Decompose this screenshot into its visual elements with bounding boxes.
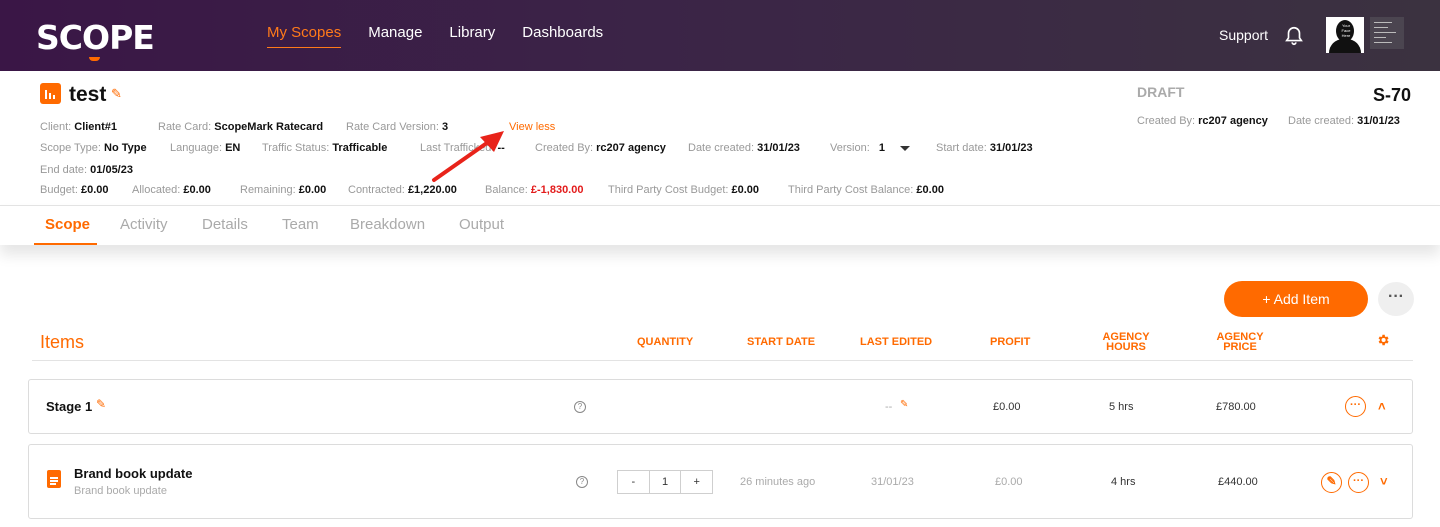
- active-tab-indicator: [34, 243, 97, 245]
- meta-contracted: Contracted: £1,220.00: [348, 184, 457, 196]
- tab-details[interactable]: Details: [202, 216, 248, 233]
- meta-third-party-balance: Third Party Cost Balance: £0.00: [788, 184, 944, 196]
- meta-scope-type: Scope Type: No Type: [40, 142, 147, 154]
- quantity-stepper: - 1 +: [617, 470, 713, 494]
- document-icon: [47, 470, 61, 488]
- stage-last-edited: --: [885, 401, 893, 413]
- col-agency-hours[interactable]: AGENCY HOURS: [1102, 332, 1150, 353]
- avatar-caption: Your Face Here: [1341, 23, 1351, 38]
- col-start-date[interactable]: START DATE: [747, 337, 815, 348]
- col-quantity[interactable]: QUANTITY: [637, 337, 693, 348]
- meta-rate-card: Rate Card: ScopeMark Ratecard: [158, 121, 324, 133]
- tab-team[interactable]: Team: [282, 216, 319, 233]
- divider: [32, 360, 1413, 361]
- meta-version: Version: 1: [830, 142, 885, 154]
- status-badge: DRAFT: [1137, 84, 1185, 100]
- header-date-created: Date created: 31/01/23: [1288, 115, 1400, 127]
- scope-title: test: [69, 83, 107, 106]
- more-options-button[interactable]: ···: [1378, 282, 1414, 316]
- quantity-input[interactable]: 1: [648, 471, 682, 493]
- tab-activity[interactable]: Activity: [120, 216, 168, 233]
- deliverable-name[interactable]: Brand book update: [74, 466, 192, 481]
- tab-bar: Scope Activity Details Team Breakdown Ou…: [0, 205, 1440, 245]
- meta-budget: Budget: £0.00: [40, 184, 109, 196]
- scope-logo[interactable]: SCOPE: [36, 18, 155, 61]
- chevron-down-icon[interactable]: ˅: [1380, 474, 1388, 489]
- stage-profit: £0.00: [993, 401, 1021, 413]
- bell-icon[interactable]: [1283, 25, 1305, 47]
- meta-created-by: Created By: rc207 agency: [535, 142, 666, 154]
- deliverable-profit: £0.00: [995, 476, 1023, 488]
- deliverable-price: £440.00: [1218, 476, 1258, 488]
- help-icon[interactable]: ?: [574, 401, 586, 413]
- deliverable-row[interactable]: [28, 444, 1413, 519]
- meta-start-date: Start date: 31/01/23: [936, 142, 1033, 154]
- meta-traffic-status: Traffic Status: Trafficable: [262, 142, 388, 154]
- header-created-by: Created By: rc207 agency: [1137, 115, 1268, 127]
- edit-deliverable-button[interactable]: ✎: [1321, 472, 1342, 493]
- stage-name: Stage 1: [46, 399, 93, 414]
- deliverable-hours: 4 hrs: [1111, 476, 1136, 488]
- quantity-decrement-button[interactable]: -: [618, 471, 649, 493]
- stage-price: £780.00: [1216, 401, 1256, 413]
- quantity-increment-button[interactable]: +: [681, 471, 712, 493]
- add-item-button[interactable]: + Add Item: [1224, 281, 1368, 317]
- meta-remaining: Remaining: £0.00: [240, 184, 327, 196]
- meta-end-date: End date: 01/05/23: [40, 164, 133, 176]
- annotation-arrow-icon: [432, 131, 504, 182]
- meta-client: Client: Client#1: [40, 121, 118, 133]
- gear-icon[interactable]: [1376, 333, 1390, 347]
- col-agency-price[interactable]: AGENCY PRICE: [1216, 332, 1264, 353]
- deliverable-description: Brand book update: [74, 485, 167, 497]
- deliverable-more-button[interactable]: ···: [1348, 472, 1369, 493]
- meta-date-created: Date created: 31/01/23: [688, 142, 800, 154]
- nav-manage[interactable]: Manage: [368, 24, 422, 48]
- top-nav-bar: SCOPE My Scopes Manage Library Dashboard…: [0, 0, 1440, 71]
- stage-more-button[interactable]: ···: [1345, 396, 1366, 417]
- deliverable-start-date: 26 minutes ago: [740, 476, 816, 488]
- stage-hours: 5 hrs: [1109, 401, 1134, 413]
- edit-last-edited-pencil-icon[interactable]: ✎: [900, 399, 908, 410]
- view-less-link[interactable]: View less: [509, 121, 555, 133]
- meta-allocated: Allocated: £0.00: [132, 184, 211, 196]
- account-thumbnail[interactable]: [1370, 17, 1404, 49]
- help-icon[interactable]: ?: [576, 476, 588, 488]
- avatar[interactable]: Your Face Here: [1326, 17, 1364, 53]
- nav-my-scopes[interactable]: My Scopes: [267, 24, 342, 48]
- tab-output[interactable]: Output: [459, 216, 504, 233]
- scope-id: S-70: [1373, 85, 1412, 105]
- main-nav: My Scopes Manage Library Dashboards: [267, 24, 603, 48]
- tab-scope[interactable]: Scope: [45, 216, 90, 233]
- col-last-edited[interactable]: LAST EDITED: [860, 337, 932, 348]
- stage-row[interactable]: [28, 379, 1413, 434]
- deliverable-last-edited: 31/01/23: [871, 476, 914, 488]
- col-profit[interactable]: PROFIT: [990, 337, 1030, 348]
- edit-stage-pencil-icon[interactable]: ✎: [96, 397, 106, 411]
- tab-breakdown[interactable]: Breakdown: [350, 216, 425, 233]
- edit-title-pencil-icon[interactable]: ✎: [111, 86, 122, 102]
- chevron-up-icon[interactable]: ˄: [1378, 399, 1386, 414]
- meta-language: Language: EN: [170, 142, 241, 154]
- nav-library[interactable]: Library: [449, 24, 495, 48]
- support-link[interactable]: Support: [1219, 27, 1268, 43]
- meta-balance: Balance: £-1,830.00: [485, 184, 584, 196]
- chart-bar-icon: [40, 83, 61, 104]
- items-heading: Items: [40, 332, 85, 352]
- meta-third-party-budget: Third Party Cost Budget: £0.00: [608, 184, 760, 196]
- nav-dashboards[interactable]: Dashboards: [522, 24, 603, 48]
- version-dropdown-caret-icon[interactable]: [899, 145, 911, 153]
